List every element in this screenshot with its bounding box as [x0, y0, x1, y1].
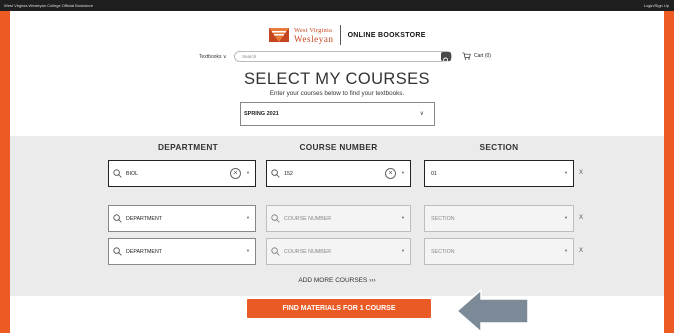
section-placeholder: SECTION [431, 248, 455, 255]
department-field[interactable]: DEPARTMENT ▼ [108, 238, 256, 265]
course-number-placeholder: COURSE NUMBER [284, 215, 332, 222]
dropdown-arrow-icon[interactable]: ▼ [401, 170, 405, 175]
search-input[interactable]: Search [234, 51, 452, 62]
cart-icon [462, 52, 471, 60]
dropdown-arrow-icon[interactable]: ▼ [401, 248, 405, 253]
course-number-column-header: COURSE NUMBER [299, 142, 378, 152]
clear-icon[interactable]: × [230, 168, 241, 179]
cart-label: Cart (0) [474, 53, 491, 59]
dropdown-arrow-icon[interactable]: ▼ [564, 248, 568, 253]
section-field[interactable]: 01 ▼ [424, 160, 574, 187]
section-field[interactable]: SECTION ▼ [424, 238, 574, 265]
clear-icon[interactable]: × [385, 168, 396, 179]
department-column-header: DEPARTMENT [157, 142, 218, 152]
search-icon [271, 214, 280, 223]
remove-row-button[interactable]: X [579, 248, 583, 254]
remove-row-button[interactable]: X [579, 170, 583, 176]
brand-divider [339, 25, 341, 45]
search-icon [113, 214, 122, 223]
dropdown-arrow-icon[interactable]: ▼ [246, 170, 250, 175]
dropdown-arrow-icon[interactable]: ▼ [401, 215, 405, 220]
page-frame: West Virginia Wesleyan ONLINE BOOKSTORE … [10, 11, 664, 333]
add-more-courses-link[interactable]: ADD MORE COURSES ››› [10, 277, 664, 284]
department-placeholder: DEPARTMENT [126, 215, 163, 222]
search-icon [113, 169, 122, 178]
chevron-down-icon: ∨ [419, 111, 424, 117]
top-bar: West Virginia Wesleyan College Official … [0, 0, 674, 11]
dropdown-arrow-icon[interactable]: ▼ [246, 215, 250, 220]
wordmark-line2: Wesleyan [294, 34, 334, 44]
section-value: 01 [431, 170, 437, 177]
dropdown-arrow-icon[interactable]: ▼ [246, 248, 250, 253]
section-column-header: SECTION [479, 142, 519, 152]
course-selection-panel: DEPARTMENT COURSE NUMBER SECTION BIOL × … [10, 136, 664, 296]
search-icon [271, 247, 280, 256]
search-button[interactable] [441, 52, 451, 64]
course-number-field[interactable]: COURSE NUMBER ▼ [266, 238, 411, 265]
section-field[interactable]: SECTION ▼ [424, 205, 574, 232]
course-number-field[interactable]: 152 × ▼ [266, 160, 411, 187]
term-select[interactable]: SPRING 2021 ∨ [240, 102, 435, 126]
dropdown-arrow-icon[interactable]: ▼ [564, 215, 568, 220]
find-materials-button[interactable]: FIND MATERIALS FOR 1 COURSE [247, 299, 431, 318]
search-icon [113, 247, 122, 256]
brand-header[interactable]: West Virginia Wesleyan ONLINE BOOKSTORE [268, 25, 426, 45]
search-icon [443, 57, 449, 64]
cart-link[interactable]: Cart (0) [462, 52, 491, 60]
page-title: SELECT MY COURSES [244, 70, 430, 88]
department-placeholder: DEPARTMENT [126, 248, 163, 255]
search-placeholder: Search [242, 54, 257, 59]
department-field[interactable]: BIOL × ▼ [108, 160, 256, 187]
course-number-field[interactable]: COURSE NUMBER ▼ [266, 205, 411, 232]
pointer-arrow-icon [456, 289, 529, 333]
course-number-value: 152 [284, 170, 293, 177]
dropdown-arrow-icon[interactable]: ▼ [564, 170, 568, 175]
course-number-placeholder: COURSE NUMBER [284, 248, 332, 255]
remove-row-button[interactable]: X [579, 215, 583, 221]
college-seal-icon [269, 28, 289, 42]
login-link[interactable]: Login/Sign Up [644, 3, 669, 8]
department-field[interactable]: DEPARTMENT ▼ [108, 205, 256, 232]
section-placeholder: SECTION [431, 215, 455, 222]
bookstore-title: ONLINE BOOKSTORE [347, 31, 426, 39]
store-name-label: West Virginia Wesleyan College Official … [4, 3, 94, 8]
department-value: BIOL [126, 170, 139, 177]
term-value: SPRING 2021 [244, 111, 279, 117]
college-wordmark: West Virginia Wesleyan [294, 27, 334, 44]
textbooks-menu[interactable]: Textbooks ∨ [199, 54, 227, 60]
page-subtitle: Enter your courses below to find your te… [269, 90, 405, 97]
search-icon [271, 169, 280, 178]
